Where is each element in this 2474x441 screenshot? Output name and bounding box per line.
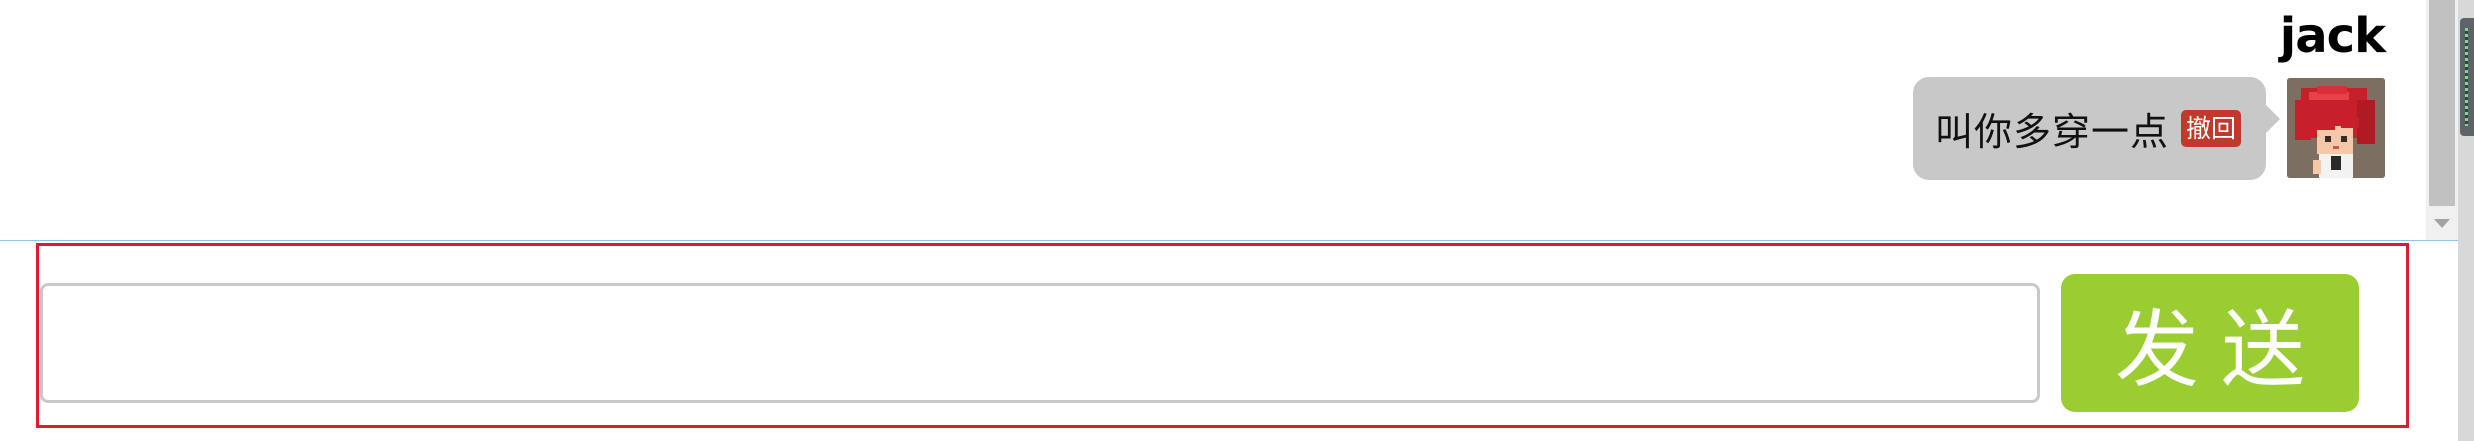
message-list[interactable]: jack 叫你多穿一点 撤回	[0, 0, 2474, 240]
divider	[0, 240, 2474, 241]
message-text: 叫你多穿一点	[1935, 110, 2170, 154]
recall-button[interactable]: 撤回	[2181, 110, 2242, 147]
sender-name: jack	[2279, 8, 2386, 64]
message-input[interactable]	[40, 283, 2040, 403]
bubble-tail	[2264, 103, 2280, 135]
scroll-down-arrow-icon[interactable]	[2426, 210, 2458, 236]
message-bubble: 叫你多穿一点 撤回	[1913, 77, 2280, 180]
send-button[interactable]: 发送	[2061, 274, 2359, 412]
scrollbar-thumb[interactable]	[2429, 0, 2455, 206]
side-panel-handle[interactable]	[2460, 18, 2474, 136]
chat-scrollbar[interactable]	[2426, 0, 2458, 240]
chat-window: jack 叫你多穿一点 撤回 发送	[0, 0, 2474, 441]
red-haired-character-avatar-icon	[2287, 78, 2385, 178]
